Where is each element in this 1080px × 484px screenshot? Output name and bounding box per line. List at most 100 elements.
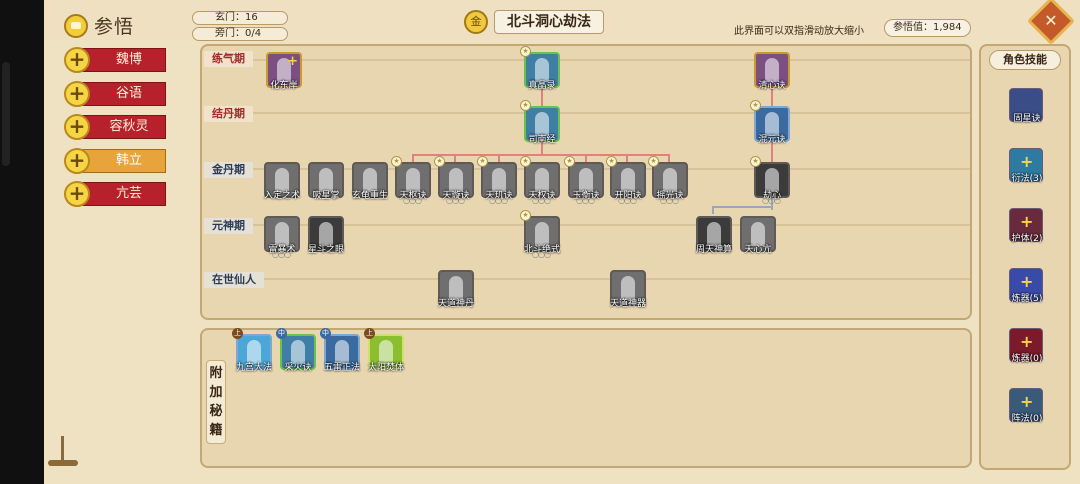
node-label: 天道神器 (609, 299, 646, 309)
node-label: 玄龟重生 (351, 191, 388, 201)
star-icon: ★ (750, 100, 761, 111)
skill-slot[interactable]: + 炼器(5) (1009, 268, 1043, 304)
skill-node[interactable]: ★ 混元诀 (750, 100, 790, 145)
node-label: 入定之术 (263, 191, 300, 201)
stage-divider (250, 224, 970, 226)
gold-coin-icon: 金 (464, 10, 488, 34)
skill-node[interactable]: 天道神丹 (438, 270, 474, 309)
skill-node[interactable]: ★ 天枢诀 (391, 156, 431, 205)
skill-node[interactable]: 天心亢 (740, 216, 776, 255)
skill-label: 衍法(3) (1011, 174, 1043, 184)
title-char: 附 (209, 366, 223, 381)
star-icon: ★ (648, 156, 659, 167)
skills-title: 角色技能 (989, 50, 1061, 70)
zoom-hint: 此界面可以双指滑动放大缩小 (734, 26, 864, 37)
character-item[interactable]: + 魏博 (64, 47, 166, 73)
skill-node[interactable]: ★ 天玑诀 (477, 156, 517, 205)
left-screen-edge (0, 0, 44, 484)
star-icon: ★ (750, 156, 761, 167)
extra-book[interactable]: 上 太阳焚体 (364, 328, 404, 373)
character-item[interactable]: + 容秋灵 (64, 114, 166, 141)
node-label: 星斗之眼 (307, 245, 344, 255)
skill-tree-panel[interactable]: 练气期 结丹期 金丹期 元神期 在世仙人 + 化东岸 ★ 真晶录 清心诀 ★ 司… (200, 44, 972, 320)
technique-title-box: 金 北斗洞心劫法 (464, 10, 604, 34)
star-icon: ★ (434, 156, 445, 167)
character-item[interactable]: + 亢芸 (64, 181, 166, 208)
skill-node[interactable]: ★ 天权诀 (520, 156, 560, 205)
skill-node[interactable]: ★ 司南经 (520, 100, 560, 145)
skill-node[interactable]: 玄龟重生 (352, 162, 388, 201)
character-item-selected[interactable]: + 韩立 (64, 147, 166, 174)
plus-icon: + (64, 147, 90, 174)
technique-title: 北斗洞心劫法 (494, 10, 604, 34)
title-char: 秘 (209, 404, 223, 419)
level-dots (489, 196, 517, 207)
skill-node[interactable]: 天道神器 (610, 270, 646, 309)
star-icon: ★ (520, 46, 531, 57)
star-icon: ★ (391, 156, 402, 167)
page-title: 参悟 (94, 16, 135, 38)
plus-icon: + (1020, 332, 1034, 351)
altar-icon (48, 436, 78, 466)
tree-connector (712, 206, 714, 214)
skill-node[interactable]: + 化东岸 (266, 52, 302, 91)
pangmen-counter: 旁门：0/4 (192, 27, 288, 41)
skill-label: 固星诀 (1013, 114, 1041, 124)
scroll-icon (64, 13, 88, 38)
node-label: 清心诀 (758, 81, 786, 91)
title-char: 加 (209, 385, 223, 400)
stage-divider (250, 59, 970, 61)
extra-book[interactable]: 中 五雷正法 (320, 328, 360, 373)
skill-node[interactable]: 清心诀 (754, 52, 790, 91)
level-dots (532, 196, 560, 207)
star-icon: ★ (606, 156, 617, 167)
character-skills-panel: 角色技能 固星诀 + 衍法(3) + 护体(2) + 炼器(5) + 炼器(0)… (979, 44, 1071, 470)
level-dots (272, 250, 300, 261)
plus-icon: + (64, 80, 90, 107)
extra-books-title: 附 加 秘 籍 (206, 360, 226, 444)
skill-slot[interactable]: + 阵法(0) (1009, 388, 1043, 424)
node-label: 化东岸 (270, 81, 298, 91)
skill-node[interactable]: 周天神算 (696, 216, 732, 255)
plus-icon: + (287, 54, 298, 69)
close-button[interactable]: ✕ (1026, 0, 1076, 46)
skill-node[interactable]: 吸星掌 (308, 162, 344, 201)
extra-books-panel: 附 加 秘 籍 上 九宫大法 中 采火诀 中 五雷正法 上 太阳焚体 (200, 328, 972, 468)
skill-node[interactable]: ★ 摇光诀 (648, 156, 688, 205)
skill-slot[interactable]: 固星诀 (1009, 88, 1043, 124)
xuanmen-counter: 玄门：16 (192, 11, 288, 25)
skill-label: 炼器(5) (1011, 294, 1043, 304)
extra-book[interactable]: 中 采火诀 (276, 328, 316, 373)
skill-slot[interactable]: + 衍法(3) (1009, 148, 1043, 184)
skill-node[interactable]: ★ 天璇诀 (434, 156, 474, 205)
skill-node[interactable]: ★ 劫心 (750, 156, 790, 205)
node-label: 司南经 (528, 135, 556, 145)
book-label: 五雷正法 (323, 363, 360, 373)
stage-label: 练气期 (204, 51, 253, 67)
star-icon: ★ (520, 156, 531, 167)
character-list: + 魏博 + 谷语 + 容秋灵 + 韩立 + 亢芸 (64, 47, 166, 216)
tier-badge: 上 (364, 328, 375, 339)
insight-value: 参悟值：1,984 (884, 19, 971, 37)
level-dots (762, 196, 790, 207)
skill-node[interactable]: ★ 北斗绝式 (520, 210, 560, 259)
title-block: 参悟 (64, 12, 134, 39)
star-icon: ★ (477, 156, 488, 167)
skill-slot[interactable]: + 护体(2) (1009, 208, 1043, 244)
node-label: 混元诀 (758, 135, 786, 145)
skill-node[interactable]: 入定之术 (264, 162, 300, 201)
extra-book[interactable]: 上 九宫大法 (232, 328, 272, 373)
skill-node[interactable]: ★ 玉衡诀 (564, 156, 604, 205)
skill-node[interactable]: ★ 开阳诀 (606, 156, 646, 205)
skill-node[interactable]: 星斗之眼 (308, 216, 344, 255)
skill-label: 护体(2) (1011, 234, 1043, 244)
skill-node[interactable]: 雷暴术 (264, 216, 300, 259)
title-char: 籍 (209, 423, 223, 438)
stage-label: 在世仙人 (204, 272, 264, 288)
skill-slot[interactable]: + 炼器(0) (1009, 328, 1043, 364)
character-item[interactable]: + 谷语 (64, 80, 166, 107)
skill-node[interactable]: ★ 真晶录 (520, 46, 560, 91)
star-icon: ★ (564, 156, 575, 167)
skill-label: 炼器(0) (1011, 354, 1043, 364)
level-dots (618, 196, 646, 207)
